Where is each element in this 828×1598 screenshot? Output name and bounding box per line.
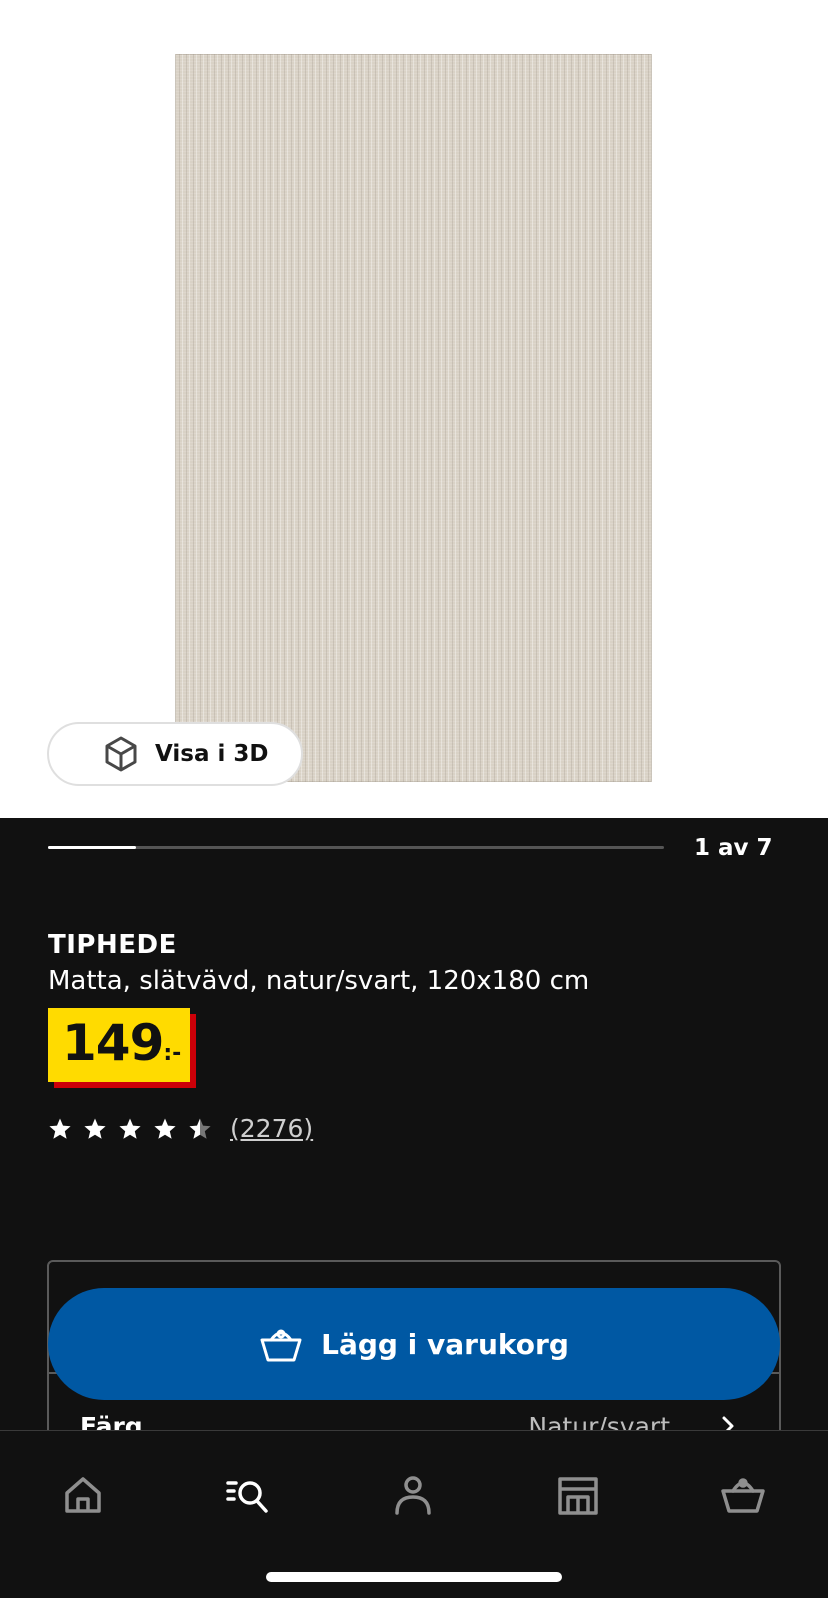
nav-search[interactable]: [224, 1471, 272, 1519]
star-icon: [84, 1118, 106, 1139]
nav-home[interactable]: [59, 1471, 107, 1519]
profile-icon: [395, 1476, 431, 1515]
star-icon: [119, 1118, 141, 1139]
star-icon: [189, 1118, 211, 1139]
product-image-gallery[interactable]: Visa i 3D: [0, 0, 828, 818]
review-count-link[interactable]: (2276): [230, 1114, 313, 1143]
store-icon: [558, 1477, 598, 1515]
price-value: 149: [62, 1014, 164, 1072]
add-to-cart-label: Lägg i varukorg: [321, 1327, 569, 1361]
view-in-3d-label: Visa i 3D: [155, 741, 269, 767]
price-tag: 149 :-: [48, 1008, 196, 1088]
gallery-progress-bar: [48, 846, 664, 849]
add-to-cart-button[interactable]: Lägg i varukorg: [48, 1288, 780, 1400]
nav-profile[interactable]: [389, 1471, 437, 1519]
gallery-counter: 1 av 7: [694, 835, 773, 861]
cart-icon: [721, 1478, 765, 1513]
product-description: Matta, slätvävd, natur/svart, 120x180 cm: [48, 966, 590, 996]
basket-icon: [260, 1329, 302, 1362]
product-name: TIPHEDE: [48, 930, 177, 960]
home-indicator: [266, 1572, 562, 1582]
star-icon: [49, 1118, 71, 1139]
price-suffix: :-: [163, 1041, 182, 1066]
nav-cart[interactable]: [719, 1471, 767, 1519]
product-rating[interactable]: (2276): [48, 1114, 313, 1143]
home-icon: [65, 1477, 101, 1513]
product-image[interactable]: [175, 54, 652, 782]
view-in-3d-button[interactable]: Visa i 3D: [47, 722, 303, 786]
search-icon: [226, 1481, 268, 1513]
nav-stores[interactable]: [554, 1471, 602, 1519]
gallery-progress-fill: [48, 846, 136, 849]
price-box: 149 :-: [48, 1008, 190, 1082]
cube-icon: [105, 736, 137, 772]
star-icon: [154, 1118, 176, 1139]
rating-stars: [48, 1117, 212, 1141]
